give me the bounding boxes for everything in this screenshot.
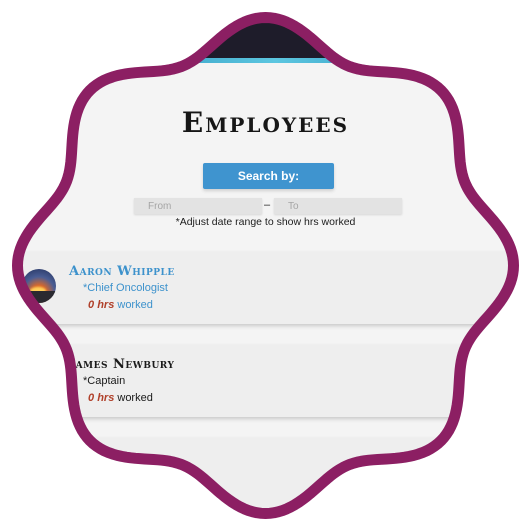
frame-ring: [12, 12, 519, 519]
stage: Employees Search by: – *Adjust date rang…: [0, 0, 531, 531]
decorative-flower-frame: [0, 0, 531, 531]
frame-outer-mask: [0, 0, 531, 531]
